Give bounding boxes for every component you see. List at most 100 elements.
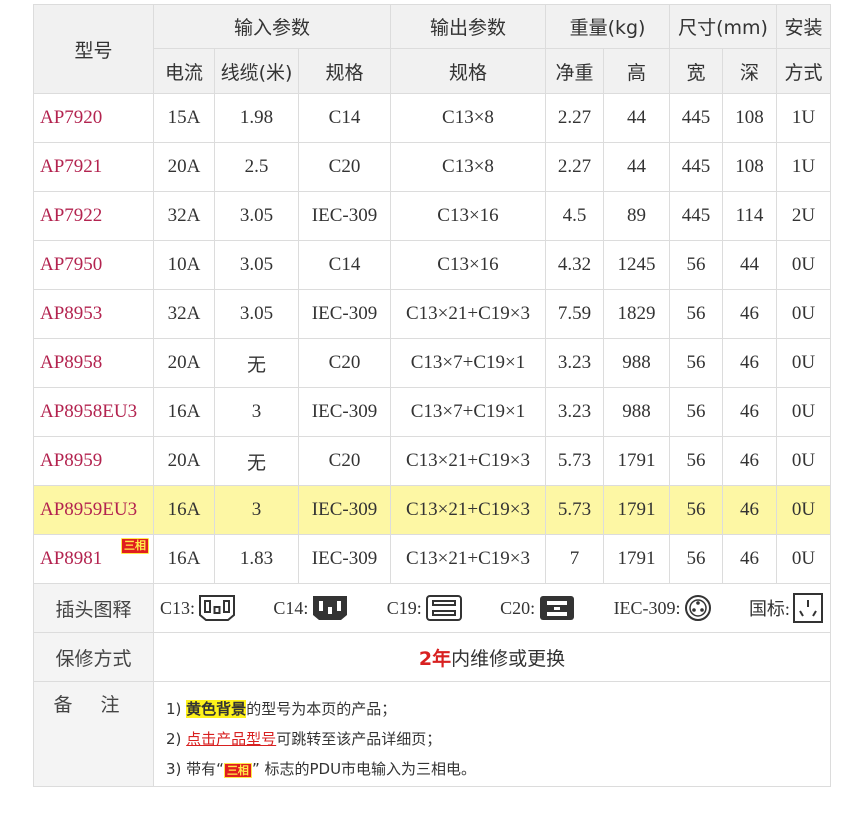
plug-c13-label: C13:	[160, 597, 196, 618]
warranty-years: 2年	[418, 647, 452, 670]
plug-legend-cell: C13: C14: C19: C20: IEC-309: 国标:	[152, 583, 832, 633]
table-row-highlighted: AP8959EU3 16A 3 IEC-309 C13×21+C19×3 5.7…	[33, 485, 832, 535]
model-link[interactable]: AP7920	[33, 93, 154, 143]
header-net-weight: 净重	[545, 48, 604, 94]
note-2: 2) 点击产品型号可跳转至该产品详细页；	[166, 724, 830, 754]
model-link-cell[interactable]: AP8981 三相	[33, 534, 154, 584]
header-install-bottom: 方式	[776, 48, 832, 94]
cell-width: 56	[669, 534, 724, 584]
c14-plug-icon	[313, 596, 348, 620]
model-link[interactable]: AP7921	[33, 142, 154, 192]
cell-cable: 3.05	[214, 289, 299, 339]
cell-current: 15A	[153, 93, 215, 143]
model-link[interactable]: AP8981	[40, 548, 102, 569]
note-1-text: 的型号为本页的产品；	[246, 700, 397, 718]
warranty-row: 保修方式 2年内维修或更换	[33, 632, 832, 682]
cell-cable: 3.05	[214, 191, 299, 241]
note-2-prefix: 2)	[166, 730, 187, 748]
cell-weight: 7	[545, 534, 604, 584]
cell-input: C14	[298, 240, 391, 290]
cell-cable: 3	[214, 387, 299, 437]
table-row: AP8981 三相 16A 1.83 IEC-309 C13×21+C19×3 …	[33, 534, 832, 584]
table-row: AP7920 15A 1.98 C14 C13×8 2.27 44 445 10…	[33, 93, 832, 143]
cell-cable: 3	[214, 485, 299, 535]
iec309-plug-icon	[684, 595, 711, 621]
cell-output: C13×21+C19×3	[390, 289, 546, 339]
model-link[interactable]: AP7922	[33, 191, 154, 241]
model-link[interactable]: AP8958EU3	[33, 387, 154, 437]
cell-width: 445	[669, 93, 724, 143]
cell-height: 1791	[602, 436, 671, 486]
cell-output: C13×7+C19×1	[390, 387, 546, 437]
cell-mount: 0U	[776, 240, 832, 290]
header-model: 型号	[33, 4, 154, 94]
cell-cable: 1.83	[214, 534, 299, 584]
cell-weight: 2.27	[545, 93, 604, 143]
cell-height: 988	[602, 338, 671, 388]
table-row: AP7922 32A 3.05 IEC-309 C13×16 4.5 89 44…	[33, 191, 832, 241]
notes-row: 备注 1) 黄色背景的型号为本页的产品； 2) 点击产品型号可跳转至该产品详细页…	[33, 681, 832, 787]
cell-width: 56	[669, 485, 724, 535]
cell-input: C20	[298, 436, 391, 486]
cell-weight: 2.27	[545, 142, 604, 192]
table-row: AP8958EU3 16A 3 IEC-309 C13×7+C19×1 3.23…	[33, 387, 832, 437]
header-depth: 深	[722, 48, 778, 94]
three-phase-badge: 三相	[121, 538, 149, 554]
cell-output: C13×8	[390, 142, 546, 192]
plug-c13: C13:	[160, 593, 237, 623]
cell-height: 44	[602, 142, 671, 192]
cell-weight: 5.73	[545, 436, 604, 486]
cell-height: 1791	[602, 534, 671, 584]
header-output-group: 输出参数	[390, 4, 546, 49]
cell-input: IEC-309	[298, 191, 391, 241]
cell-height: 89	[602, 191, 671, 241]
header-height: 高	[602, 48, 671, 94]
cell-mount: 2U	[776, 191, 832, 241]
table-row: AP8953 32A 3.05 IEC-309 C13×21+C19×3 7.5…	[33, 289, 832, 339]
cell-weight: 4.5	[545, 191, 604, 241]
cell-depth: 46	[722, 436, 778, 486]
model-link[interactable]: AP8958	[33, 338, 154, 388]
cell-current: 32A	[153, 191, 215, 241]
warranty-label: 保修方式	[33, 632, 154, 682]
cell-output: C13×8	[390, 93, 546, 143]
cell-current: 32A	[153, 289, 215, 339]
cell-output: C13×16	[390, 191, 546, 241]
cell-depth: 46	[722, 338, 778, 388]
header-row-top: 型号 输入参数 输出参数 重量(kg) 尺寸(mm) 安装	[33, 4, 832, 94]
cell-width: 445	[669, 142, 724, 192]
header-weight-group: 重量(kg)	[544, 4, 671, 49]
cell-height: 1829	[602, 289, 671, 339]
cell-output: C13×7+C19×1	[390, 338, 546, 388]
cell-depth: 108	[722, 93, 778, 143]
note-1: 1) 黄色背景的型号为本页的产品；	[166, 694, 830, 724]
plug-national: 国标:	[749, 592, 824, 624]
pdu-spec-table: 型号 输入参数 输出参数 重量(kg) 尺寸(mm) 安装 电流 线缆(米) 规…	[33, 4, 832, 787]
cell-output: C13×21+C19×3	[390, 534, 546, 584]
cell-weight: 7.59	[545, 289, 604, 339]
plug-c19: C19:	[387, 593, 464, 623]
cell-output: C13×21+C19×3	[390, 436, 546, 486]
cell-input: IEC-309	[298, 485, 391, 535]
cell-mount: 0U	[776, 436, 832, 486]
note-2-link[interactable]: 点击产品型号	[186, 730, 276, 748]
model-link[interactable]: AP8959EU3	[33, 485, 154, 535]
cell-input: C20	[298, 142, 391, 192]
model-link[interactable]: AP8953	[33, 289, 154, 339]
cell-current: 20A	[153, 142, 215, 192]
notes-label-cell: 备注	[33, 681, 154, 787]
cell-cable: 1.98	[214, 93, 299, 143]
model-link[interactable]: AP8959	[33, 436, 154, 486]
plug-legend-row: 插头图释 C13: C14: C19: C20: IEC-309: 国标:	[33, 583, 832, 633]
model-link[interactable]: AP7950	[33, 240, 154, 290]
cell-depth: 44	[722, 240, 778, 290]
national-plug-icon	[792, 593, 823, 623]
note-3-prefix: 3) 带有“	[166, 760, 224, 778]
cell-width: 56	[669, 436, 724, 486]
cell-mount: 0U	[776, 485, 832, 535]
cell-weight: 3.23	[545, 387, 604, 437]
cell-depth: 114	[722, 191, 778, 241]
c20-plug-icon	[540, 596, 575, 620]
cell-weight: 3.23	[545, 338, 604, 388]
cell-current: 20A	[153, 436, 215, 486]
